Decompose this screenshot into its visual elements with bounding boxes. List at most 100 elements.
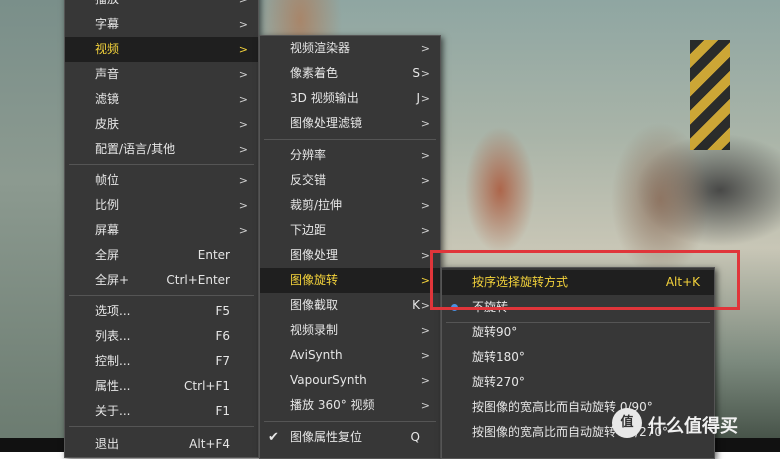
hazard-stripe [690, 40, 730, 150]
shortcut-label: Alt+F4 [189, 437, 230, 451]
shortcut-label: S [412, 66, 420, 80]
menu-item-video-renderer[interactable]: 视频渲染器 > [260, 36, 440, 61]
menu-item-label: 图像截取 [290, 298, 339, 312]
menu-item-label: 帧位 [95, 173, 120, 187]
menu-item-video-record[interactable]: 视频录制 > [260, 318, 440, 343]
menu-item-skin[interactable]: 皮肤 > [65, 112, 258, 137]
submenu-arrow-icon: > [420, 224, 430, 237]
menu-item-avisynth[interactable]: AviSynth > [260, 343, 440, 368]
menu-item-label: VapourSynth [290, 373, 367, 387]
menu-item-filter[interactable]: 滤镜 > [65, 87, 258, 112]
menu-item-playlist[interactable]: 列表... F6 [65, 324, 258, 349]
menu-item-image-rotate[interactable]: 图像旋转 > [260, 268, 440, 293]
menu-item-3d-output[interactable]: 3D 视频输出 J > [260, 86, 440, 111]
menu-item-audio[interactable]: 声音 > [65, 62, 258, 87]
menu-item-play[interactable]: 播放 > [65, 0, 258, 12]
menu-item-label: 选项... [95, 304, 131, 318]
submenu-arrow-icon: > [238, 174, 248, 187]
menu-item-label: 控制... [95, 354, 131, 368]
menu-item-label: 滤镜 [95, 92, 120, 106]
menu-item-label: 视频渲染器 [290, 41, 351, 55]
menu-item-rotate-90[interactable]: 旋转90° [442, 320, 714, 345]
submenu-arrow-icon: > [420, 92, 430, 105]
submenu-arrow-icon: > [420, 174, 430, 187]
menu-item-fullscreen[interactable]: 全屏 Enter [65, 243, 258, 268]
menu-item-label: 图像属性复位 [290, 430, 363, 444]
submenu-arrow-icon: > [420, 324, 430, 337]
menu-item-image-filter[interactable]: 图像处理滤镜 > [260, 111, 440, 136]
checkmark-icon: ✔ [268, 430, 279, 445]
submenu-arrow-icon: > [420, 67, 430, 80]
submenu-arrow-icon: > [239, 0, 248, 12]
menu-item-label: 播放 [95, 0, 119, 6]
menu-item-crop-stretch[interactable]: 裁剪/拉伸 > [260, 193, 440, 218]
submenu-arrow-icon: > [238, 118, 248, 131]
menu-item-control[interactable]: 控制... F7 [65, 349, 258, 374]
menu-item-bottom-margin[interactable]: 下边距 > [260, 218, 440, 243]
menu-item-label: 比例 [95, 198, 120, 212]
menu-item-ratio[interactable]: 比例 > [65, 193, 258, 218]
menu-item-label: 像素着色 [290, 66, 339, 80]
menu-separator [264, 139, 436, 140]
submenu-arrow-icon: > [238, 199, 248, 212]
menu-item-subtitle[interactable]: 字幕 > [65, 12, 258, 37]
menu-separator [264, 421, 436, 422]
menu-item-config[interactable]: 配置/语言/其他 > [65, 137, 258, 162]
menu-separator [69, 164, 254, 165]
submenu-arrow-icon: > [420, 199, 430, 212]
shortcut-label: F5 [215, 304, 230, 318]
shortcut-label: F6 [215, 329, 230, 343]
menu-item-pixel-shader[interactable]: 像素着色 S > [260, 61, 440, 86]
menu-item-label: 列表... [95, 329, 131, 343]
menu-item-resolution[interactable]: 分辨率 > [260, 143, 440, 168]
shortcut-label: Q [410, 430, 420, 444]
annotation-highlight-box [430, 250, 740, 310]
menu-item-rotate-270[interactable]: 旋转270° [442, 370, 714, 395]
menu-item-label: 旋转270° [472, 375, 525, 389]
shortcut-label: Enter [197, 248, 230, 262]
submenu-arrow-icon: > [420, 299, 430, 312]
menu-item-label: 图像处理 [290, 248, 339, 262]
menu-item-options[interactable]: 选项... F5 [65, 299, 258, 324]
menu-item-label: 播放 360° 视频 [290, 398, 375, 412]
submenu-arrow-icon: > [238, 93, 248, 106]
submenu-arrow-icon: > [420, 149, 430, 162]
menu-item-label: 视频 [95, 42, 120, 56]
main-context-menu: 播放 > 字幕 > 视频 > 声音 > 滤镜 > 皮肤 > 配置/语言/其他 > 帧位 > 比例… [64, 0, 259, 458]
menu-item-image-processing[interactable]: 图像处理 > [260, 243, 440, 268]
menu-item-label: 分辨率 [290, 148, 327, 162]
menu-item-label: AviSynth [290, 348, 343, 362]
menu-item-label: 属性... [95, 379, 131, 393]
menu-item-label: 全屏 [95, 248, 120, 262]
menu-item-fullscreen-plus[interactable]: 全屏+ Ctrl+Enter [65, 268, 258, 293]
menu-item-exit[interactable]: 退出 Alt+F4 [65, 432, 258, 457]
menu-item-vapoursynth[interactable]: VapourSynth > [260, 368, 440, 393]
menu-item-label: 全屏+ [95, 273, 130, 287]
menu-item-360-video[interactable]: 播放 360° 视频 > [260, 393, 440, 418]
menu-item-label: 裁剪/拉伸 [290, 198, 343, 212]
menu-item-properties[interactable]: 属性... Ctrl+F1 [65, 374, 258, 399]
menu-item-screen[interactable]: 屏幕 > [65, 218, 258, 243]
menu-item-label: 旋转180° [472, 350, 525, 364]
menu-item-label: 反交错 [290, 173, 327, 187]
menu-item-image-reset[interactable]: ✔ 图像属性复位 Q [260, 425, 440, 450]
menu-item-label: 退出 [95, 437, 120, 451]
menu-item-frame[interactable]: 帧位 > [65, 168, 258, 193]
shortcut-label: F1 [215, 404, 230, 418]
menu-item-label: 下边距 [290, 223, 327, 237]
menu-item-rotate-180[interactable]: 旋转180° [442, 345, 714, 370]
submenu-arrow-icon: > [420, 274, 430, 287]
video-submenu: 视频渲染器 > 像素着色 S > 3D 视频输出 J > 图像处理滤镜 > 分辨率 > 反交错… [259, 35, 441, 459]
submenu-arrow-icon: > [420, 117, 430, 130]
menu-item-label: 旋转90° [472, 325, 518, 339]
menu-item-video[interactable]: 视频 > [65, 37, 258, 62]
submenu-arrow-icon: > [238, 43, 248, 56]
menu-item-deinterlace[interactable]: 反交错 > [260, 168, 440, 193]
menu-item-label: 声音 [95, 67, 120, 81]
menu-item-label: 图像旋转 [290, 273, 339, 287]
menu-item-about[interactable]: 关于... F1 [65, 399, 258, 424]
shortcut-label: Ctrl+F1 [184, 379, 230, 393]
menu-item-screenshot[interactable]: 图像截取 K > [260, 293, 440, 318]
menu-separator [69, 426, 254, 427]
submenu-arrow-icon: > [238, 68, 248, 81]
